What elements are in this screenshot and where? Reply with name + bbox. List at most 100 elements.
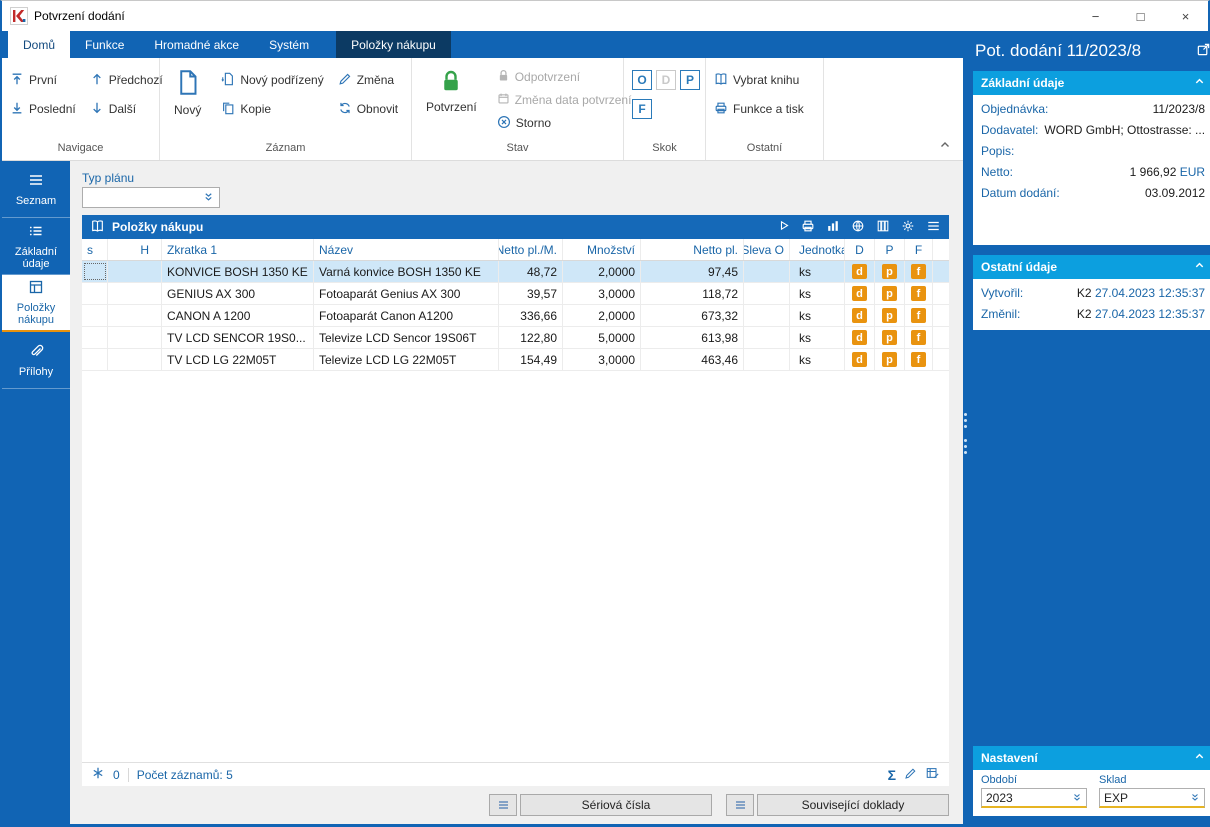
- tab-domu[interactable]: Domů: [8, 31, 71, 58]
- badge-p[interactable]: p: [882, 264, 897, 279]
- sidebar-item-prilohy[interactable]: Přílohy: [2, 332, 70, 389]
- badge-p[interactable]: p: [882, 286, 897, 301]
- section-header-ostatni-udaje[interactable]: Ostatní údaje: [973, 255, 1210, 279]
- jump-f-button[interactable]: F: [632, 99, 652, 119]
- last-button[interactable]: Poslední: [10, 99, 76, 119]
- ribbon-tabs: Domů Funkce Hromadné akce Systém Položky…: [2, 31, 963, 58]
- menu-icon[interactable]: [926, 219, 941, 236]
- paperclip-icon: [28, 343, 44, 362]
- chart-icon[interactable]: [826, 219, 840, 236]
- serial-numbers-menu-button[interactable]: [489, 794, 517, 816]
- related-documents-button[interactable]: Související doklady: [757, 794, 949, 816]
- play-icon[interactable]: [777, 219, 790, 235]
- badge-d[interactable]: d: [852, 264, 867, 279]
- tab-funkce[interactable]: Funkce: [70, 31, 139, 58]
- arrow-up-icon: [90, 72, 104, 89]
- functions-print-button[interactable]: Funkce a tisk: [714, 99, 804, 119]
- period-select[interactable]: 2023: [981, 788, 1088, 808]
- badge-f[interactable]: f: [911, 264, 926, 279]
- section-title: Základní údaje: [981, 76, 1065, 90]
- section-header-nastaveni[interactable]: Nastavení: [973, 746, 1210, 770]
- badge-p[interactable]: p: [882, 352, 897, 367]
- column-header-d[interactable]: D: [845, 239, 875, 260]
- first-button[interactable]: První: [10, 70, 76, 90]
- collapse-ribbon-button[interactable]: [939, 139, 951, 154]
- cancel-button[interactable]: Storno: [497, 113, 632, 133]
- column-header-p[interactable]: P: [875, 239, 905, 260]
- jump-d-button: D: [656, 70, 676, 90]
- column-header-nazev[interactable]: Název: [314, 239, 499, 260]
- badge-d[interactable]: d: [852, 352, 867, 367]
- web-icon[interactable]: [851, 219, 865, 236]
- serial-numbers-button[interactable]: Sériová čísla: [520, 794, 712, 816]
- column-header-netto[interactable]: Netto pl.: [641, 239, 744, 260]
- tab-hromadne-akce[interactable]: Hromadné akce: [139, 31, 254, 58]
- jump-p-button[interactable]: P: [680, 70, 700, 90]
- badge-f[interactable]: f: [911, 308, 926, 323]
- new-document-icon: [176, 69, 200, 99]
- refresh-button[interactable]: Obnovit: [338, 99, 398, 119]
- badge-p[interactable]: p: [882, 308, 897, 323]
- cell-jednotka: ks: [790, 349, 845, 370]
- column-header-f[interactable]: F: [905, 239, 933, 260]
- field-label: Dodavatel:: [981, 122, 1039, 137]
- column-header-netto-jm[interactable]: Netto pl./M.: [499, 239, 563, 260]
- group-label-zaznam: Záznam: [265, 142, 306, 154]
- confirm-button[interactable]: Potvrzení: [420, 62, 483, 138]
- badge-f[interactable]: f: [911, 330, 926, 345]
- select-book-label: Vybrat knihu: [733, 73, 800, 87]
- sidebar-item-zakladni-udaje[interactable]: Základní údaje: [2, 218, 70, 275]
- new-child-button[interactable]: Nový podřízený: [221, 70, 324, 90]
- jump-o-button[interactable]: O: [632, 70, 652, 90]
- sum-icon[interactable]: Σ: [888, 767, 896, 783]
- settings-gear-icon[interactable]: [901, 219, 915, 236]
- badge-d[interactable]: d: [852, 330, 867, 345]
- copy-button[interactable]: Kopie: [221, 99, 323, 119]
- tab-system[interactable]: Systém: [254, 31, 324, 58]
- previous-button[interactable]: Předchozí: [90, 70, 163, 90]
- column-header-mnozstvi[interactable]: Množství: [563, 239, 641, 260]
- panel-splitter[interactable]: [964, 413, 967, 454]
- badge-d[interactable]: d: [852, 308, 867, 323]
- columns-icon[interactable]: [876, 219, 890, 236]
- column-header-sleva[interactable]: Sleva O: [744, 239, 790, 260]
- table-row[interactable]: KONVICE BOSH 1350 KE Varná konvice BOSH …: [82, 261, 949, 283]
- section-header-zakladni-udaje[interactable]: Základní údaje: [973, 71, 1210, 95]
- table-row[interactable]: TV LCD SENCOR 19S0... Televize LCD Senco…: [82, 327, 949, 349]
- left-sidebar: Seznam Základní údaje Položky nákupu Pří…: [2, 161, 70, 824]
- change-button[interactable]: Změna: [338, 70, 398, 90]
- table-row[interactable]: TV LCD LG 22M05T Televize LCD LG 22M05T …: [82, 349, 949, 371]
- badge-p[interactable]: p: [882, 330, 897, 345]
- field-label: Změnil:: [981, 306, 1021, 321]
- table-row[interactable]: GENIUS AX 300 Fotoaparát Genius AX 300 3…: [82, 283, 949, 305]
- column-header-s[interactable]: s: [82, 239, 108, 260]
- record-count: Počet záznamů: 5: [136, 767, 233, 782]
- sidebar-item-polozky-nakupu[interactable]: Položky nákupu: [2, 275, 70, 332]
- next-button[interactable]: Další: [90, 99, 163, 119]
- warehouse-select[interactable]: EXP: [1099, 788, 1206, 808]
- edit-grid-icon[interactable]: [925, 766, 940, 783]
- column-header-h[interactable]: H: [108, 239, 162, 260]
- select-book-button[interactable]: Vybrat knihu: [714, 70, 804, 90]
- table-row[interactable]: CANON A 1200 Fotoaparát Canon A1200 336,…: [82, 305, 949, 327]
- plan-type-select[interactable]: [82, 187, 220, 208]
- badge-f[interactable]: f: [911, 286, 926, 301]
- new-button[interactable]: Nový: [168, 62, 207, 138]
- related-documents-menu-button[interactable]: [726, 794, 754, 816]
- sidebar-item-seznam[interactable]: Seznam: [2, 161, 70, 218]
- close-button[interactable]: ×: [1163, 1, 1208, 31]
- relations-icon[interactable]: [91, 766, 105, 783]
- edit-icon[interactable]: [904, 767, 917, 783]
- maximize-button[interactable]: □: [1118, 1, 1163, 31]
- print-icon[interactable]: [801, 219, 815, 236]
- plan-type-label: Typ plánu: [82, 171, 135, 185]
- column-header-zkratka[interactable]: Zkratka 1: [162, 239, 314, 260]
- tab-polozky-nakupu[interactable]: Položky nákupu: [336, 31, 451, 58]
- badge-d[interactable]: d: [852, 286, 867, 301]
- badge-f[interactable]: f: [911, 352, 926, 367]
- cell-zkratka: GENIUS AX 300: [162, 283, 314, 304]
- minimize-button[interactable]: −: [1073, 1, 1118, 31]
- column-header-jednotka[interactable]: Jednotka: [790, 239, 845, 260]
- field-zmenil: Změnil: K2 27.04.2023 12:35:37: [973, 303, 1210, 324]
- open-external-icon[interactable]: [1196, 42, 1210, 60]
